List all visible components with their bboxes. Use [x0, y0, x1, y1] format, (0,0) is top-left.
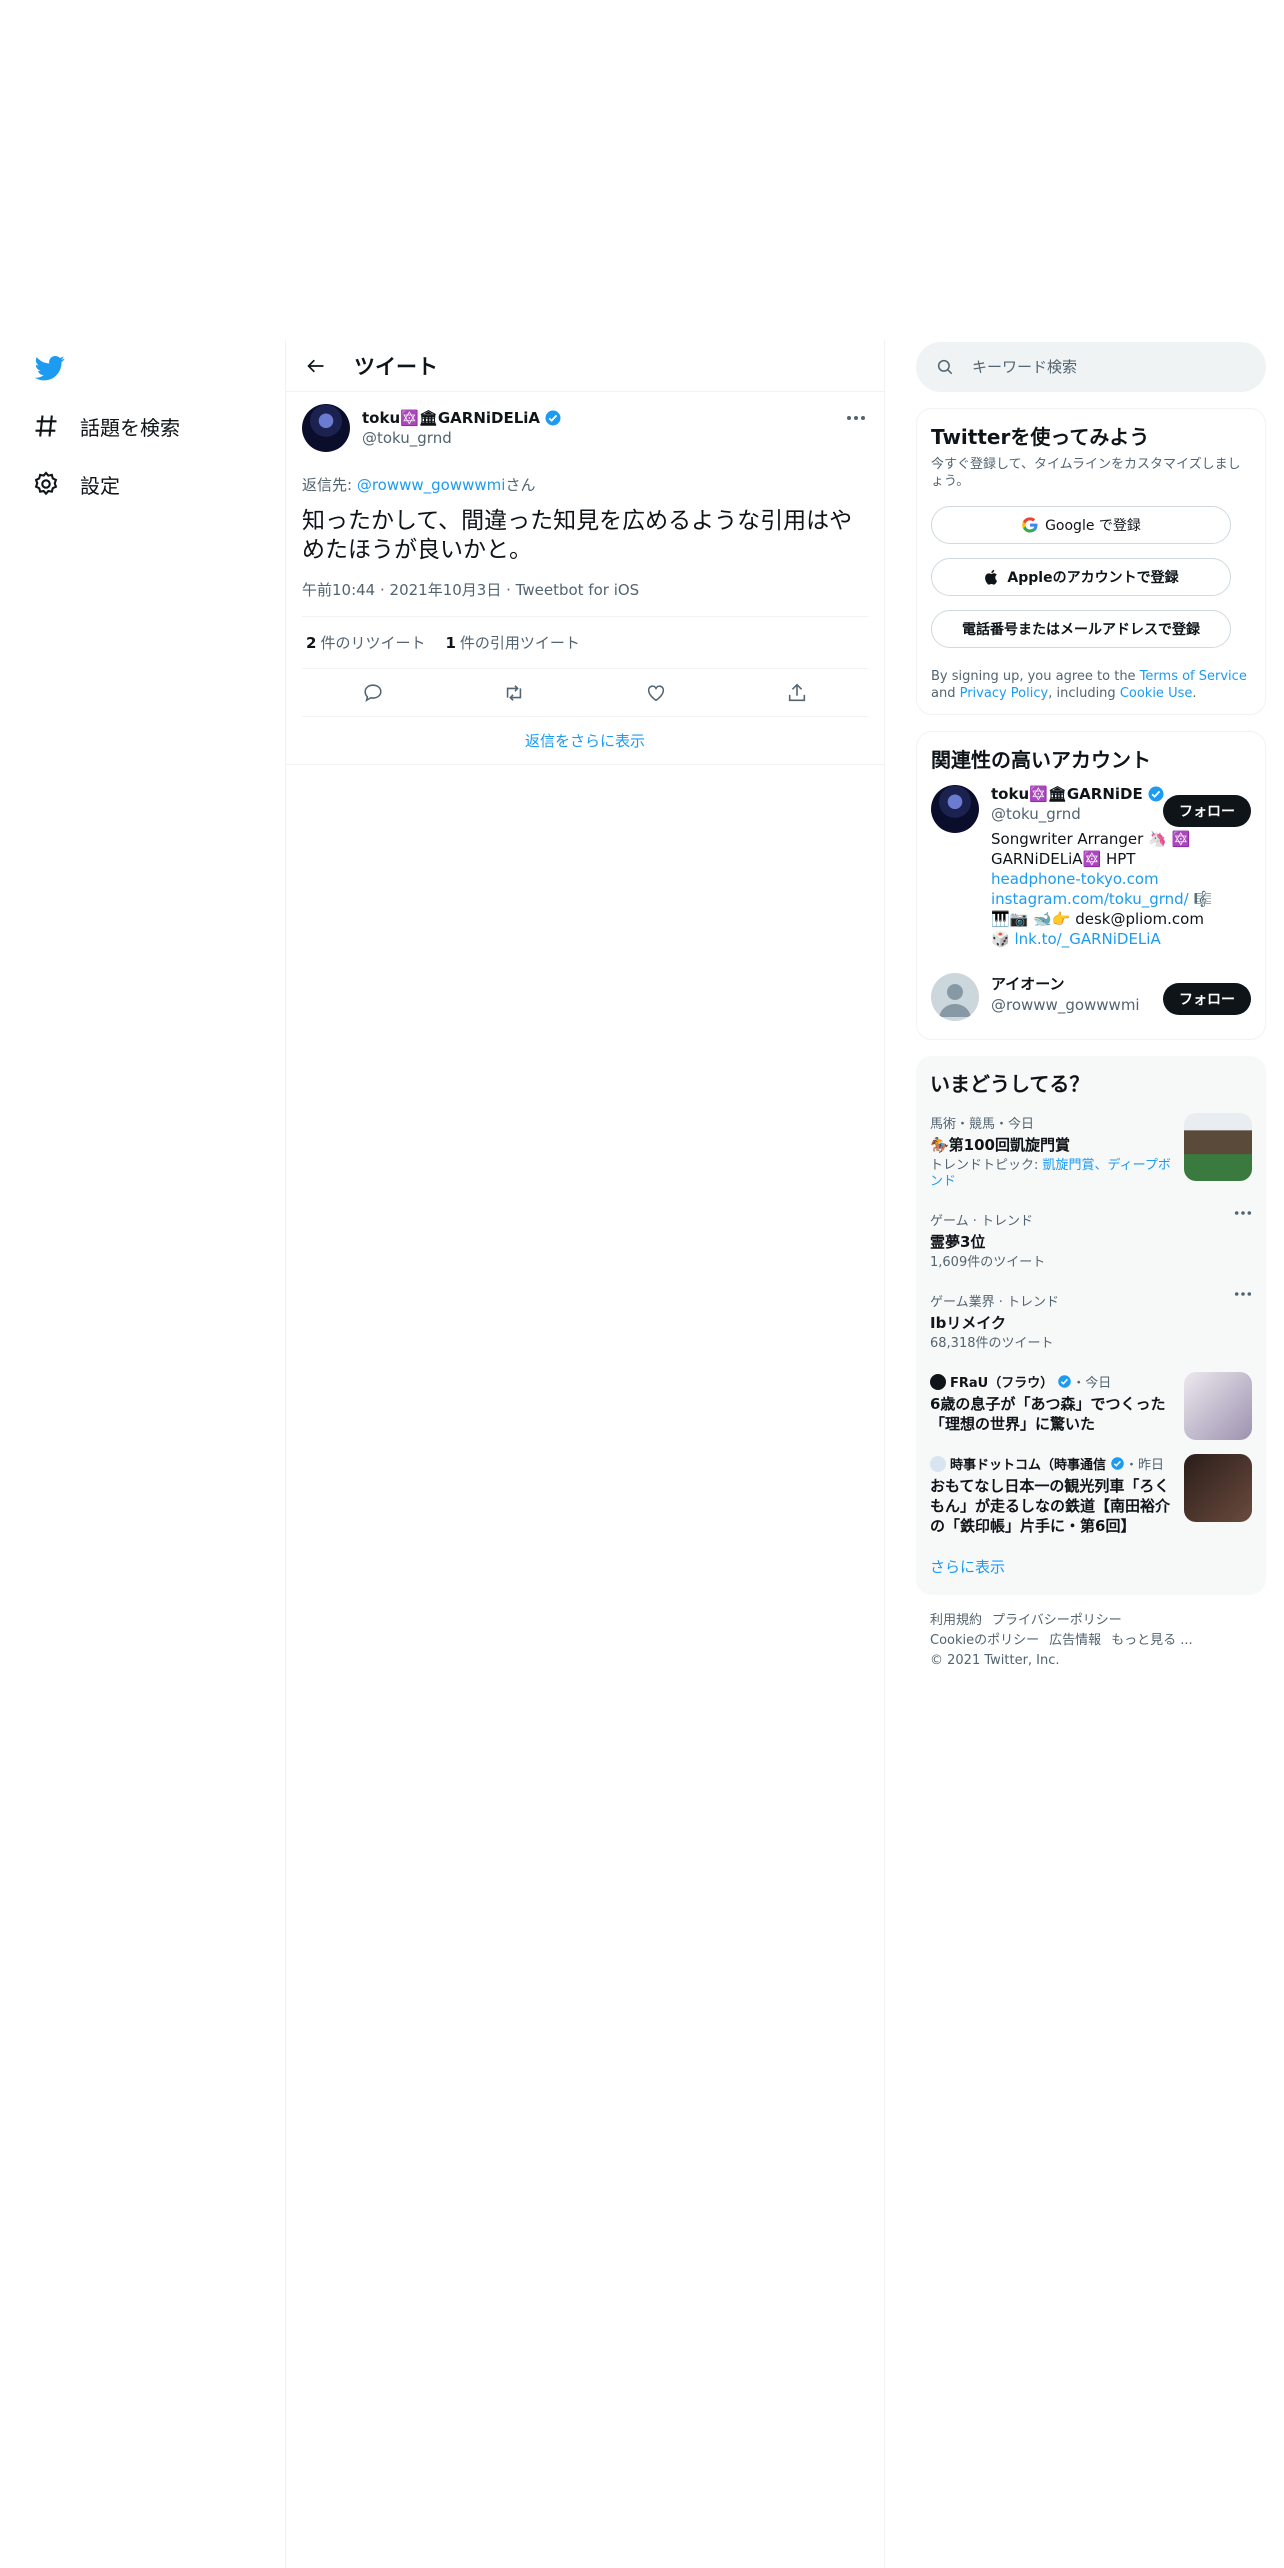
- arrow-left-icon: [307, 359, 324, 372]
- privacy-link[interactable]: Privacy Policy: [960, 686, 1049, 701]
- account-name[interactable]: toku🔯🏛GARNiDE: [991, 785, 1143, 803]
- tweet-author[interactable]: toku🔯🏛GARNiDELiA @toku_grnd: [302, 404, 868, 452]
- related-title: 関連性の高いアカウント: [931, 748, 1151, 772]
- signup-legal-text: By signing up, you agree to the Terms of…: [931, 669, 1247, 701]
- quote-stat[interactable]: 1 件の引用ツイート: [445, 632, 579, 653]
- signup-title: Twitterを使ってみよう: [931, 425, 1150, 449]
- phone-email-signup-button[interactable]: 電話番号またはメールアドレスで登録: [931, 610, 1231, 648]
- trends-title: いまどうしてる？: [930, 1072, 1090, 1096]
- twitter-bird-icon[interactable]: [33, 353, 67, 383]
- tweet-client[interactable]: Tweetbot for iOS: [516, 581, 640, 599]
- nav-settings[interactable]: 設定: [32, 464, 120, 504]
- tweet-actions: [302, 669, 868, 717]
- more-dots-icon[interactable]: [1234, 1210, 1252, 1216]
- bio-link[interactable]: headphone-tokyo.com: [991, 870, 1159, 888]
- bio-link[interactable]: lnk.to/_GARNiDELiA: [1014, 930, 1160, 948]
- more-dots-icon[interactable]: [1234, 1291, 1252, 1297]
- avatar[interactable]: [302, 404, 350, 452]
- cookie-link[interactable]: Cookie Use: [1120, 686, 1193, 701]
- footer: 利用規約 プライバシーポリシー Cookieのポリシー 広告情報 もっと見る ... …: [916, 1611, 1266, 1671]
- tweet-text: 知ったかして、間違った知見を広めるような引用はやめたほうが良いかと。: [302, 508, 853, 563]
- news-thumbnail: [1184, 1454, 1252, 1522]
- footer-terms-link[interactable]: 利用規約: [930, 1613, 982, 1628]
- verified-badge-icon: [1148, 786, 1164, 802]
- account-bio: Songwriter Arranger 🦄 🔯 GARNiDELiA🔯 HPT …: [991, 830, 1213, 948]
- tweet-date[interactable]: 2021年10月3日: [390, 581, 502, 599]
- related-accounts-card: 関連性の高いアカウント toku🔯🏛GARNiDE @toku_grnd Son…: [916, 731, 1266, 1040]
- news-item[interactable]: FRaU（フラウ） ・今日 6歳の息子が「あつ森」でつくった「理想の世界」に驚い…: [930, 1372, 1252, 1440]
- copyright: © 2021 Twitter, Inc.: [930, 1653, 1060, 1668]
- trends-card: いまどうしてる？ 馬術・競馬・今日 🏇第100回凱旋門賞 トレンドトピック: 凱…: [916, 1056, 1266, 1595]
- page-title: ツイート: [354, 354, 438, 379]
- google-icon: [1022, 517, 1038, 533]
- footer-cookie-link[interactable]: Cookieのポリシー: [930, 1633, 1039, 1648]
- back-button[interactable]: [298, 348, 334, 384]
- main-column: ツイート toku🔯🏛GARNiDELiA @toku_grnd 返信先: @r…: [286, 340, 884, 765]
- share-icon[interactable]: [786, 682, 808, 704]
- display-name[interactable]: toku🔯🏛GARNiDELiA: [362, 409, 540, 427]
- phone-signup-label: 電話番号またはメールアドレスで登録: [962, 622, 1200, 638]
- footer-ads-link[interactable]: 広告情報: [1049, 1633, 1101, 1648]
- follow-button[interactable]: フォロー: [1163, 795, 1251, 827]
- verified-badge-icon: [545, 410, 561, 426]
- search-input[interactable]: [972, 358, 1222, 376]
- apple-signup-button[interactable]: Appleのアカウントで登録: [931, 558, 1231, 596]
- more-dots-icon: [847, 416, 865, 420]
- trend-item[interactable]: 馬術・競馬・今日 🏇第100回凱旋門賞 トレンドトピック: 凱旋門賞、ディープボ…: [930, 1113, 1252, 1190]
- apple-signup-label: Appleのアカウントで登録: [1007, 570, 1179, 586]
- footer-more-link[interactable]: もっと見る ...: [1111, 1633, 1193, 1648]
- show-more-replies-link[interactable]: 返信をさらに表示: [286, 717, 884, 765]
- divider: [884, 340, 885, 2568]
- nav-explore[interactable]: 話題を検索: [32, 406, 180, 446]
- verified-badge-icon: [1058, 1375, 1071, 1388]
- signup-card: Twitterを使ってみよう 今すぐ登録して、タイムラインをカスタマイズしましょ…: [916, 408, 1266, 715]
- nav-explore-label: 話題を検索: [80, 415, 180, 440]
- follow-button[interactable]: フォロー: [1163, 983, 1251, 1015]
- search-box[interactable]: [916, 342, 1266, 392]
- account-item[interactable]: アイオーン @rowww_gowwwmi フォロー: [931, 973, 1251, 1021]
- retweet-stat[interactable]: 2 件のリツイート: [306, 632, 425, 653]
- gear-icon: [34, 471, 58, 496]
- tweet-time[interactable]: 午前10:44: [302, 581, 375, 599]
- more-options-button[interactable]: [844, 406, 868, 430]
- reply-icon[interactable]: [362, 682, 384, 704]
- apple-icon: [985, 569, 998, 585]
- footer-privacy-link[interactable]: プライバシーポリシー: [992, 1613, 1122, 1628]
- trend-thumbnail: [1184, 1113, 1252, 1181]
- account-item[interactable]: toku🔯🏛GARNiDE @toku_grnd Songwriter Arra…: [931, 785, 1251, 949]
- bio-link[interactable]: instagram.com/toku_grnd/: [991, 890, 1189, 908]
- user-handle[interactable]: @toku_grnd: [362, 429, 562, 447]
- tweet-meta: 午前10:44 · 2021年10月3日 · Tweetbot for iOS: [302, 579, 868, 617]
- nav-settings-label: 設定: [80, 473, 120, 498]
- search-icon: [937, 359, 953, 375]
- retweet-icon[interactable]: [503, 682, 525, 704]
- header: ツイート: [286, 340, 884, 392]
- google-signup-button[interactable]: Google で登録: [931, 506, 1231, 544]
- news-thumbnail: [1184, 1372, 1252, 1440]
- news-item[interactable]: 時事ドットコム（時事通信 ・昨日 おもてなし日本一の観光列車「ろくもん」が走るし…: [930, 1454, 1252, 1536]
- hashtag-icon: [35, 415, 57, 437]
- trend-item[interactable]: ゲーム · トレンド 霊夢3位 1,609件のツイート: [930, 1210, 1252, 1271]
- reply-to-link[interactable]: @rowww_gowwwmi: [357, 476, 506, 494]
- trend-item[interactable]: ゲーム業界 · トレンド Ibリメイク 68,318件のツイート: [930, 1291, 1252, 1352]
- tweet: toku🔯🏛GARNiDELiA @toku_grnd 返信先: @rowww_…: [286, 392, 884, 765]
- signup-subtitle: 今すぐ登録して、タイムラインをカスタマイズしましょう。: [931, 457, 1241, 489]
- default-avatar-icon[interactable]: [931, 973, 979, 1021]
- verified-badge-icon: [1111, 1457, 1124, 1470]
- publisher-logo: [930, 1455, 946, 1472]
- right-sidebar: Twitterを使ってみよう 今すぐ登録して、タイムラインをカスタマイズしましょ…: [916, 340, 1266, 1671]
- show-more-trends-link[interactable]: さらに表示: [930, 1556, 1252, 1577]
- terms-link[interactable]: Terms of Service: [1140, 669, 1247, 684]
- publisher-logo: [930, 1373, 946, 1390]
- google-signup-label: Google で登録: [1045, 518, 1141, 534]
- avatar[interactable]: [931, 785, 979, 833]
- reply-to-line: 返信先: @rowww_gowwwmiさん: [302, 476, 536, 494]
- heart-icon[interactable]: [645, 682, 667, 704]
- tweet-stats: 2 件のリツイート 1 件の引用ツイート: [302, 617, 868, 669]
